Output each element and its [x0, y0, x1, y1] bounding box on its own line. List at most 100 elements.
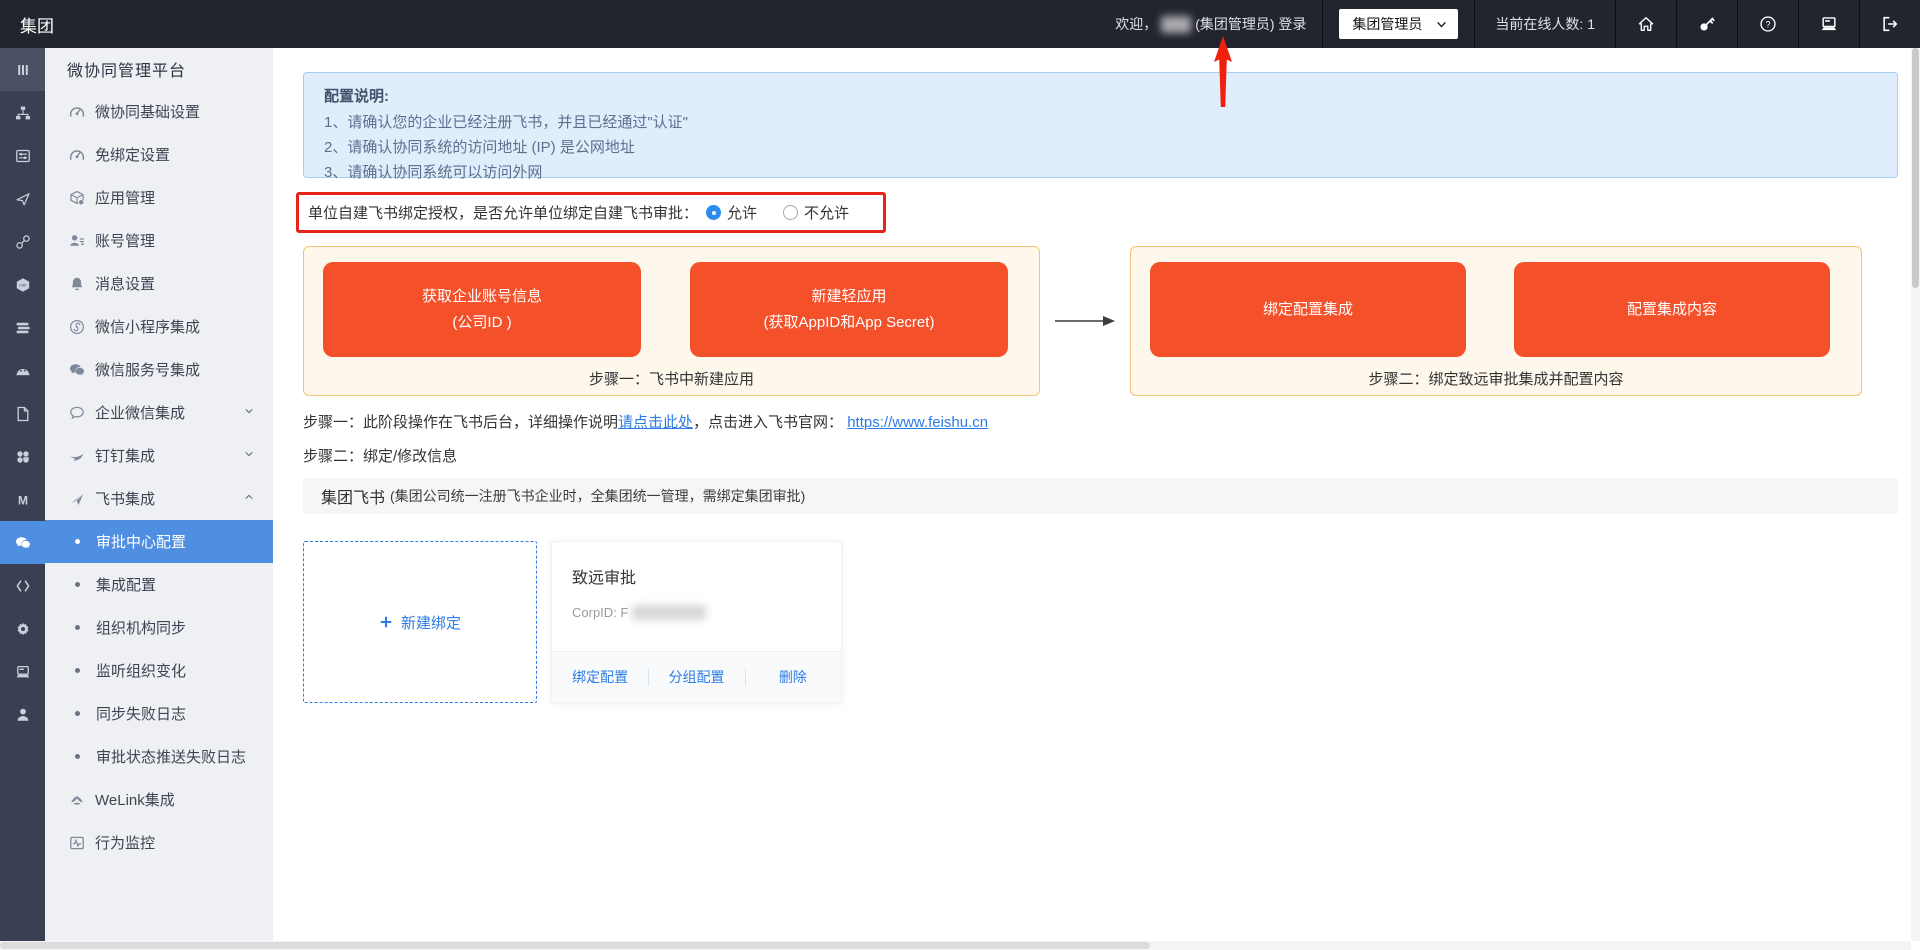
gauge-icon	[69, 147, 85, 163]
sidebar-subitem-12[interactable]: 组织机构同步	[45, 606, 273, 649]
sidebar-item-7[interactable]: 企业微信集成	[45, 391, 273, 434]
annotation-arrow-icon	[1214, 36, 1232, 107]
key-button[interactable]	[1677, 0, 1737, 48]
sidebar-subitem-13[interactable]: 监听组织变化	[45, 649, 273, 692]
sidebar-item-8[interactable]: 钉钉集成	[45, 434, 273, 477]
card-action-0[interactable]: 绑定配置	[552, 667, 648, 687]
help-link[interactable]: 请点击此处	[618, 414, 693, 431]
sidebar: 微协同管理平台 微协同基础设置免绑定设置应用管理账号管理 消息设置 微信小程序集成微…	[45, 48, 273, 950]
radio-selected-icon[interactable]	[706, 205, 722, 220]
sidebar-item-label: 钉钉集成	[95, 448, 156, 465]
new-binding-button[interactable]: 新建绑定	[303, 541, 537, 703]
bullet-icon	[75, 625, 80, 630]
code-icon	[15, 578, 31, 594]
radio-option-0[interactable]: 允许	[706, 202, 757, 223]
laptop-icon	[1820, 15, 1838, 33]
svg-text:CAP: CAP	[19, 283, 27, 287]
topbar: 集团 欢迎， (集团管理员) 登录 集团管理员 当前在线人数: 1 ?	[0, 0, 1920, 48]
gear-icon	[15, 621, 31, 637]
bullet-icon	[75, 754, 80, 759]
feishu-site-link[interactable]: https://www.feishu.cn	[847, 414, 988, 431]
sliders-icon	[15, 148, 31, 164]
card-action-2[interactable]: 删除	[745, 667, 841, 687]
sidebar-item-4[interactable]: 消息设置	[45, 262, 273, 305]
step1-action-button-1[interactable]: 获取企业账号信息 (公司ID )	[323, 262, 641, 357]
binding-cards-row: 新建绑定 致远审批 CorpID: F 绑定配置 分组配置 删除	[303, 541, 1898, 703]
step-panels: 获取企业账号信息 (公司ID ) 新建轻应用 (获取AppID和App Secret)…	[303, 246, 1898, 396]
flow-arrow	[1040, 246, 1130, 396]
rail-item-wechat[interactable]	[0, 521, 45, 564]
step1-action-button-2[interactable]: 新建轻应用 (获取AppID和App Secret)	[690, 262, 1008, 357]
sidebar-subitem-label: 审批中心配置	[96, 534, 187, 551]
laptop-icon	[15, 664, 31, 680]
step2-action-button-2[interactable]: 配置集成内容	[1514, 262, 1830, 357]
home-icon	[1637, 15, 1655, 33]
step-button-line: 新建轻应用	[811, 287, 887, 305]
rail-item-cap[interactable]: CAP	[0, 263, 45, 306]
sitemap-icon	[15, 105, 31, 121]
rail-item-laptop[interactable]	[0, 650, 45, 693]
radio-label: 允许	[727, 205, 758, 222]
role-select[interactable]: 集团管理员	[1339, 9, 1459, 39]
step2-panel: 绑定配置集成 配置集成内容 步骤二：绑定致远审批集成并配置内容	[1130, 246, 1862, 396]
rail-item-person[interactable]	[0, 693, 45, 736]
sidebar-item-2[interactable]: 应用管理	[45, 176, 273, 219]
rail-item-send[interactable]	[0, 177, 45, 220]
sidebar-item-6[interactable]: 微信服务号集成	[45, 348, 273, 391]
sidebar-subitem-11[interactable]: 集成配置	[45, 563, 273, 606]
sidebar-subitem-10[interactable]: 审批中心配置	[45, 520, 273, 563]
card-action-1[interactable]: 分组配置	[648, 667, 744, 687]
rail-item-sliders[interactable]	[0, 134, 45, 177]
rail-item-palette[interactable]	[0, 349, 45, 392]
vertical-scrollbar-thumb[interactable]	[1912, 48, 1919, 288]
chat-icon	[69, 405, 85, 421]
sidebar-item-label: 应用管理	[95, 190, 156, 207]
home-button[interactable]	[1616, 0, 1676, 48]
step-button-line: 配置集成内容	[1626, 300, 1717, 318]
rail-item-doc[interactable]	[0, 392, 45, 435]
help-button[interactable]: ?	[1738, 0, 1798, 48]
rail-item-sitemap[interactable]	[0, 91, 45, 134]
miniprogram-icon	[69, 319, 85, 335]
notice-line-1: 1、请确认您的企业已经注册飞书，并且已经通过"认证"	[324, 114, 688, 131]
rail-item-gear[interactable]	[0, 607, 45, 650]
chevron-down-icon	[1436, 19, 1447, 30]
notice-lines: 1、请确认您的企业已经注册飞书，并且已经通过"认证" 2、请确认协同系统的访问地址…	[324, 110, 1877, 185]
rail-item-books[interactable]	[0, 306, 45, 349]
logout-button[interactable]	[1860, 0, 1920, 48]
sidebar-item-16[interactable]: WeLink集成	[45, 778, 273, 821]
step2-action-button-1[interactable]: 绑定配置集成	[1150, 262, 1466, 357]
sidebar-item-3[interactable]: 账号管理	[45, 219, 273, 262]
sidebar-subitem-label: 监听组织变化	[96, 663, 187, 680]
svg-text:M: M	[18, 493, 28, 507]
role-select-cell: 集团管理员	[1323, 0, 1474, 48]
binding-card-body: 致远审批 CorpID: F	[552, 542, 841, 651]
sidebar-title: 微协同管理平台	[67, 63, 187, 80]
rail-item-chain[interactable]	[0, 220, 45, 263]
rail-item-m[interactable]: M	[0, 478, 45, 521]
sidebar-subitem-14[interactable]: 同步失败日志	[45, 692, 273, 735]
sidebar-subitem-15[interactable]: 审批状态推送失败日志	[45, 735, 273, 778]
rail-item-collapse[interactable]	[0, 48, 45, 91]
horizontal-scrollbar-thumb[interactable]	[0, 942, 1150, 949]
right-arrow-icon	[1055, 316, 1115, 326]
sidebar-item-5[interactable]: 微信小程序集成	[45, 305, 273, 348]
bullet-icon	[75, 711, 80, 716]
sidebar-item-0[interactable]: 微协同基础设置	[45, 90, 273, 133]
laptop-button[interactable]	[1799, 0, 1859, 48]
doc-icon	[15, 406, 31, 422]
sidebar-item-label: WeLink集成	[95, 792, 175, 809]
key-icon	[1698, 15, 1716, 33]
sidebar-item-9[interactable]: 飞书集成	[45, 477, 273, 520]
radio-option-1[interactable]: 不允许	[783, 202, 849, 223]
horizontal-scrollbar[interactable]	[0, 941, 1911, 950]
rail-item-code[interactable]	[0, 564, 45, 607]
sidebar-item-label: 免绑定设置	[95, 147, 171, 164]
section-subtitle: (集团公司统一注册飞书企业时，全集团统一管理，需绑定集团审批)	[390, 488, 806, 504]
rail-item-dots[interactable]	[0, 435, 45, 478]
step1-note: 步骤一：此阶段操作在飞书后台，详细操作说明请点击此处，点击进入飞书官网： htt…	[303, 411, 1898, 432]
vertical-scrollbar[interactable]	[1911, 48, 1920, 941]
radio-unselected-icon[interactable]	[783, 205, 799, 220]
sidebar-item-1[interactable]: 免绑定设置	[45, 133, 273, 176]
sidebar-item-17[interactable]: 行为监控	[45, 821, 273, 864]
